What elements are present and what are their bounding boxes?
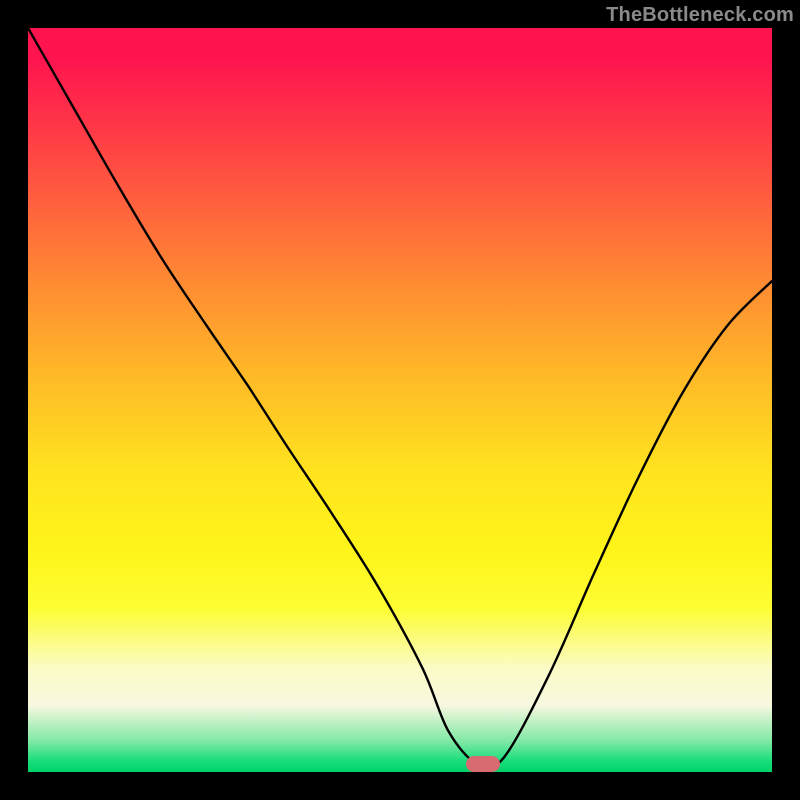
bottleneck-curve [28,28,772,772]
watermark-text: TheBottleneck.com [606,4,794,27]
plot-area [28,28,772,772]
chart-frame: TheBottleneck.com [0,0,800,800]
optimum-marker [466,756,500,772]
